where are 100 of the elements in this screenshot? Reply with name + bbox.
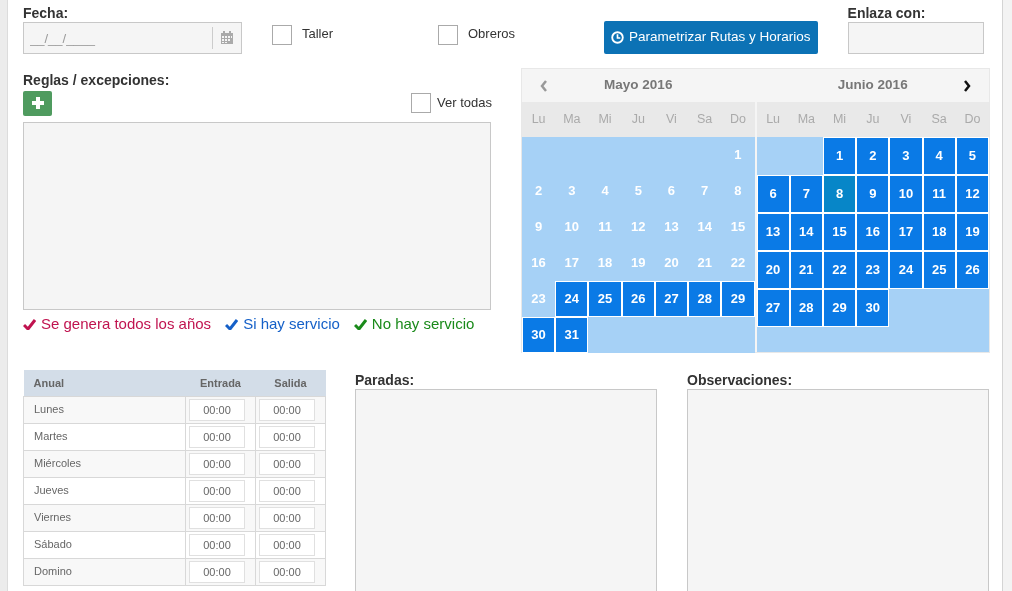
calendar-day[interactable]: 26 xyxy=(621,281,655,317)
table-cell: Viernes xyxy=(23,504,186,531)
weekday-label: Ma xyxy=(562,111,582,129)
table-cell: Martes xyxy=(23,423,186,450)
weekday-label: Mi xyxy=(597,111,613,129)
calendar-day[interactable]: 22 xyxy=(822,251,857,289)
time-field[interactable]: 00:00 xyxy=(259,398,315,421)
weekday-label: Sa xyxy=(696,111,714,129)
table-cell: Jueves xyxy=(23,477,186,504)
weekday-label: Ju xyxy=(630,111,646,129)
previous-icon[interactable] xyxy=(540,80,548,92)
stops-field[interactable] xyxy=(355,389,657,591)
calendar-day[interactable]: 13 xyxy=(756,213,790,251)
checkbox[interactable] xyxy=(411,93,432,113)
calendar-day[interactable]: 11 xyxy=(922,175,956,213)
time-field[interactable]: 00:00 xyxy=(189,533,245,556)
time-field[interactable]: 00:00 xyxy=(189,479,245,502)
time-field[interactable]: 00:00 xyxy=(259,479,315,502)
date-field[interactable]: __/__/____ xyxy=(23,22,242,54)
weekday-label: Lu xyxy=(765,111,782,129)
calendar-day[interactable]: 4 xyxy=(922,137,956,175)
weekday-label: Do xyxy=(728,111,747,129)
calendar-day[interactable]: 20 xyxy=(756,251,790,289)
weekday-label: Vi xyxy=(665,111,678,129)
checkbox-label: Ver todas xyxy=(437,94,492,113)
calendar-day[interactable]: 25 xyxy=(922,251,956,289)
calendar-day[interactable]: 3 xyxy=(889,137,923,175)
field-label: Observaciones: xyxy=(687,371,794,389)
link-field[interactable] xyxy=(847,22,984,54)
schedule-button[interactable]: Parametrizar Rutas y Horarios xyxy=(604,21,818,54)
column-header: Anual xyxy=(23,370,186,396)
calendar-day[interactable]: 5 xyxy=(955,137,989,175)
time-field[interactable]: 00:00 xyxy=(259,506,315,529)
calendar-day[interactable]: 26 xyxy=(955,251,989,289)
calendar-day[interactable]: 24 xyxy=(555,281,589,317)
calendar-day[interactable]: 23 xyxy=(856,251,890,289)
field-label: Fecha: xyxy=(23,4,70,22)
calendar-day[interactable]: 27 xyxy=(756,289,790,327)
time-field[interactable]: 00:00 xyxy=(189,425,245,448)
table-cell: Lunes xyxy=(23,396,186,423)
checkbox[interactable] xyxy=(272,25,292,45)
calendar-day[interactable]: 31 xyxy=(555,317,589,353)
calendar-day[interactable]: 6 xyxy=(756,175,790,213)
calendar-day[interactable]: 14 xyxy=(789,213,823,251)
add-button[interactable] xyxy=(23,90,52,116)
time-field[interactable]: 00:00 xyxy=(189,560,245,583)
clock-icon xyxy=(611,31,624,44)
calendar-day[interactable]: 8 xyxy=(822,175,857,213)
weekday-label: Ju xyxy=(865,111,881,129)
column-header: Entrada xyxy=(185,370,256,396)
calendar-day[interactable]: 24 xyxy=(889,251,923,289)
calendar-day[interactable]: 19 xyxy=(955,213,989,251)
section-label: Reglas / excepciones: xyxy=(23,71,171,90)
time-field[interactable]: 00:00 xyxy=(189,452,245,475)
checkbox[interactable] xyxy=(438,25,458,45)
calendar-day[interactable]: 10 xyxy=(889,175,923,213)
time-field[interactable]: 00:00 xyxy=(189,506,245,529)
table-cell: Sábado xyxy=(23,531,186,558)
calendar-day[interactable]: 7 xyxy=(789,175,823,213)
column-header: Salida xyxy=(255,370,326,396)
calendar-day[interactable]: 17 xyxy=(889,213,923,251)
calendar-day[interactable]: 9 xyxy=(856,175,890,213)
time-field[interactable]: 00:00 xyxy=(259,560,315,583)
time-field[interactable]: 00:00 xyxy=(259,425,315,448)
weekday-label: Lu xyxy=(530,111,547,129)
calendar-day[interactable]: 2 xyxy=(856,137,890,175)
calendar-day[interactable]: 28 xyxy=(789,289,823,327)
checkbox-label: Taller xyxy=(302,24,334,43)
calendar-day[interactable]: 27 xyxy=(654,281,689,317)
calendar-day[interactable]: 25 xyxy=(588,281,622,317)
month-title: Junio 2016 xyxy=(837,76,908,95)
calendar-day[interactable]: 12 xyxy=(955,175,989,213)
calendar-day[interactable]: 1 xyxy=(822,137,857,175)
calendar-day[interactable]: 28 xyxy=(688,281,722,317)
calendar-day[interactable]: 29 xyxy=(822,289,857,327)
next-icon[interactable] xyxy=(963,80,971,92)
calendar-day[interactable]: 29 xyxy=(721,281,755,317)
weekday-label: Do xyxy=(963,111,982,129)
field-label: Paradas: xyxy=(355,371,416,389)
time-field[interactable]: 00:00 xyxy=(189,398,245,421)
calendar-day[interactable]: 16 xyxy=(856,213,890,251)
table-cell: Domino xyxy=(23,558,186,585)
weekday-label: Sa xyxy=(930,111,948,129)
checkbox-label: Obreros xyxy=(468,24,515,43)
plus-icon xyxy=(30,96,45,110)
notes-field[interactable] xyxy=(687,389,989,591)
weekday-label: Ma xyxy=(796,111,816,129)
calendar-day[interactable]: 18 xyxy=(922,213,956,251)
weekday-label: Vi xyxy=(899,111,913,129)
calendar-icon[interactable] xyxy=(220,31,234,45)
time-field[interactable]: 00:00 xyxy=(259,533,315,556)
time-field[interactable]: 00:00 xyxy=(259,452,315,475)
month-title: Mayo 2016 xyxy=(604,76,673,95)
calendar-day[interactable]: 21 xyxy=(789,251,823,289)
calendar-day[interactable]: 30 xyxy=(856,289,890,327)
legend-label: Se genera todos los años xyxy=(41,314,212,334)
calendar-day[interactable]: 30 xyxy=(522,317,556,353)
weekday-label: Mi xyxy=(831,111,848,129)
calendar-day[interactable]: 15 xyxy=(822,213,857,251)
table-cell: Miércoles xyxy=(23,450,186,477)
